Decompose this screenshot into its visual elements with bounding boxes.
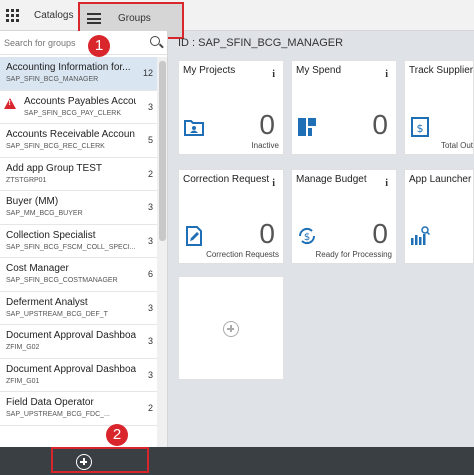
- group-id: ZFIM_G01: [6, 377, 40, 385]
- group-id: SAP_UPSTREAM_BCG_FDC_...: [6, 411, 110, 418]
- group-title: Deferment Analyst: [6, 296, 88, 308]
- add-group-button[interactable]: [51, 447, 149, 473]
- group-tile-count: 2: [147, 168, 153, 179]
- group-list: Accounting Information for... SAP_SFIN_B…: [0, 57, 157, 426]
- search-icon[interactable]: [150, 36, 160, 46]
- tile-track-supplier[interactable]: Track Supplier In $ Total Out: [404, 60, 474, 155]
- tab-groups-label: Groups: [118, 13, 151, 24]
- list-item[interactable]: Field Data Operator SAP_UPSTREAM_BCG_FDC…: [0, 392, 157, 426]
- group-title: Accounts Receivable Accoun...: [6, 129, 136, 140]
- tile-footer: Inactive: [251, 141, 279, 150]
- svg-text:$: $: [417, 122, 424, 135]
- group-tile-count: 2: [147, 403, 153, 413]
- menu-icon: [87, 13, 101, 24]
- group-id: SAP_SFIN_BCG_PAY_CLERK: [24, 109, 122, 117]
- tile-title: App Launcher –: [409, 174, 474, 185]
- list-item[interactable]: Collection Specialist SAP_SFIN_BCG_FSCM_…: [0, 225, 157, 258]
- warning-icon: [4, 97, 16, 109]
- group-title: Add app Group TEST: [6, 162, 102, 174]
- list-item[interactable]: Cost Manager SAP_SFIN_BCG_COSTMANAGER 6: [0, 258, 157, 292]
- group-id: SAP_SFIN_BCG_MANAGER: [6, 76, 99, 83]
- group-title: Document Approval Dashboard: [6, 330, 136, 341]
- group-tile-count: 12: [142, 68, 153, 78]
- group-title: Accounting Information for...: [6, 62, 131, 73]
- list-item[interactable]: Accounts Receivable Accoun... SAP_SFIN_B…: [0, 124, 157, 158]
- info-icon[interactable]: i: [272, 69, 275, 80]
- tile-footer: Correction Requests: [206, 250, 279, 259]
- group-id: SAP_SFIN_BCG_REC_CLERK: [6, 143, 105, 150]
- group-title: Document Approval Dashboard: [6, 363, 136, 375]
- group-tile-count: 3: [147, 235, 153, 246]
- tile-number: 0: [372, 109, 388, 140]
- tile-my-spend[interactable]: My Spend i 0: [291, 60, 397, 155]
- list-item[interactable]: Document Approval Dashboard ZFIM_G01 3: [0, 359, 157, 392]
- tile-title: My Spend: [296, 65, 342, 76]
- group-tile-count: 6: [147, 269, 153, 279]
- list-item[interactable]: Buyer (MM) SAP_MM_BCG_BUYER 3: [0, 191, 157, 225]
- edit-document-icon: [186, 226, 202, 246]
- tile-my-projects[interactable]: My Projects i 0 Inactive: [178, 60, 284, 155]
- group-tile-count: 3: [147, 101, 153, 112]
- group-tile-count: 5: [147, 135, 153, 145]
- tile-number: 0: [259, 218, 275, 249]
- group-id: ZFIM_G02: [6, 344, 40, 351]
- callout-badge-2: 2: [106, 424, 128, 446]
- group-title: Buyer (MM): [6, 196, 59, 207]
- search-bar: [0, 31, 167, 55]
- tile-number: 0: [372, 218, 388, 249]
- group-id: SAP_SFIN_BCG_FSCM_COLL_SPECI...: [6, 243, 136, 251]
- group-id-heading: ID : SAP_SFIN_BCG_MANAGER: [178, 37, 344, 49]
- group-id: SAP_MM_BCG_BUYER: [6, 210, 83, 217]
- group-title: Field Data Operator: [6, 397, 94, 408]
- tile-footer: Ready for Processing: [315, 250, 392, 259]
- tile-manage-budget[interactable]: Manage Budget i $ 0 Ready for Processing: [291, 169, 397, 264]
- list-item[interactable]: Deferment Analyst SAP_UPSTREAM_BCG_DEF_T…: [0, 292, 157, 325]
- tile-title: Correction Request: [183, 174, 270, 185]
- info-icon[interactable]: i: [272, 178, 275, 189]
- list-item[interactable]: Accounts Payables Accou... SAP_SFIN_BCG_…: [0, 91, 157, 124]
- invoice-icon: $: [411, 117, 429, 137]
- group-tile-count: 3: [147, 369, 153, 380]
- tile-title: My Projects: [183, 65, 236, 76]
- callout-badge-1: 1: [88, 35, 110, 57]
- group-id: SAP_UPSTREAM_BCG_DEF_T: [6, 310, 108, 318]
- app-finder-button[interactable]: [0, 0, 24, 31]
- sync-money-icon: $: [298, 227, 316, 245]
- dashboard-icon: [298, 118, 316, 136]
- bottom-toolbar: [0, 447, 474, 475]
- search-input[interactable]: [4, 35, 144, 51]
- group-tile-count: 3: [147, 202, 153, 212]
- tile-app-launcher[interactable]: App Launcher –: [404, 169, 474, 264]
- list-item[interactable]: Document Approval Dashboard ZFIM_G02 3: [0, 325, 157, 359]
- tile-title: Track Supplier In: [409, 65, 474, 76]
- scrollbar[interactable]: [157, 57, 167, 447]
- group-id: ZTSTGRP01: [6, 176, 47, 184]
- group-id: SAP_SFIN_BCG_COSTMANAGER: [6, 277, 118, 284]
- group-list-panel: Accounting Information for... SAP_SFIN_B…: [0, 31, 168, 447]
- tile-correction-request[interactable]: Correction Request i 0 Correction Reques…: [178, 169, 284, 264]
- add-tile-button[interactable]: [178, 276, 284, 380]
- add-circle-icon: [76, 454, 92, 470]
- add-circle-icon: [223, 321, 239, 337]
- list-item[interactable]: Add app Group TEST ZTSTGRP01 2: [0, 158, 157, 191]
- bar-chart-search-icon: [411, 226, 430, 245]
- group-title: Cost Manager: [6, 263, 69, 274]
- folder-icon: [184, 120, 204, 136]
- tile-footer: Total Out: [440, 141, 473, 150]
- grid-icon: [5, 9, 19, 22]
- group-tile-count: 3: [147, 336, 153, 346]
- info-icon[interactable]: i: [385, 178, 388, 189]
- tile-title: Manage Budget: [296, 174, 367, 185]
- group-title: Collection Specialist: [6, 229, 96, 241]
- group-tile-count: 3: [147, 302, 153, 313]
- tab-catalogs[interactable]: Catalogs: [24, 0, 83, 31]
- tile-number: 0: [259, 109, 275, 140]
- list-item[interactable]: Accounting Information for... SAP_SFIN_B…: [0, 57, 157, 91]
- group-title: Accounts Payables Accou...: [24, 95, 136, 107]
- scroll-thumb[interactable]: [159, 61, 166, 241]
- svg-text:$: $: [304, 232, 310, 243]
- top-bar: Catalogs: [0, 0, 474, 31]
- info-icon[interactable]: i: [385, 69, 388, 80]
